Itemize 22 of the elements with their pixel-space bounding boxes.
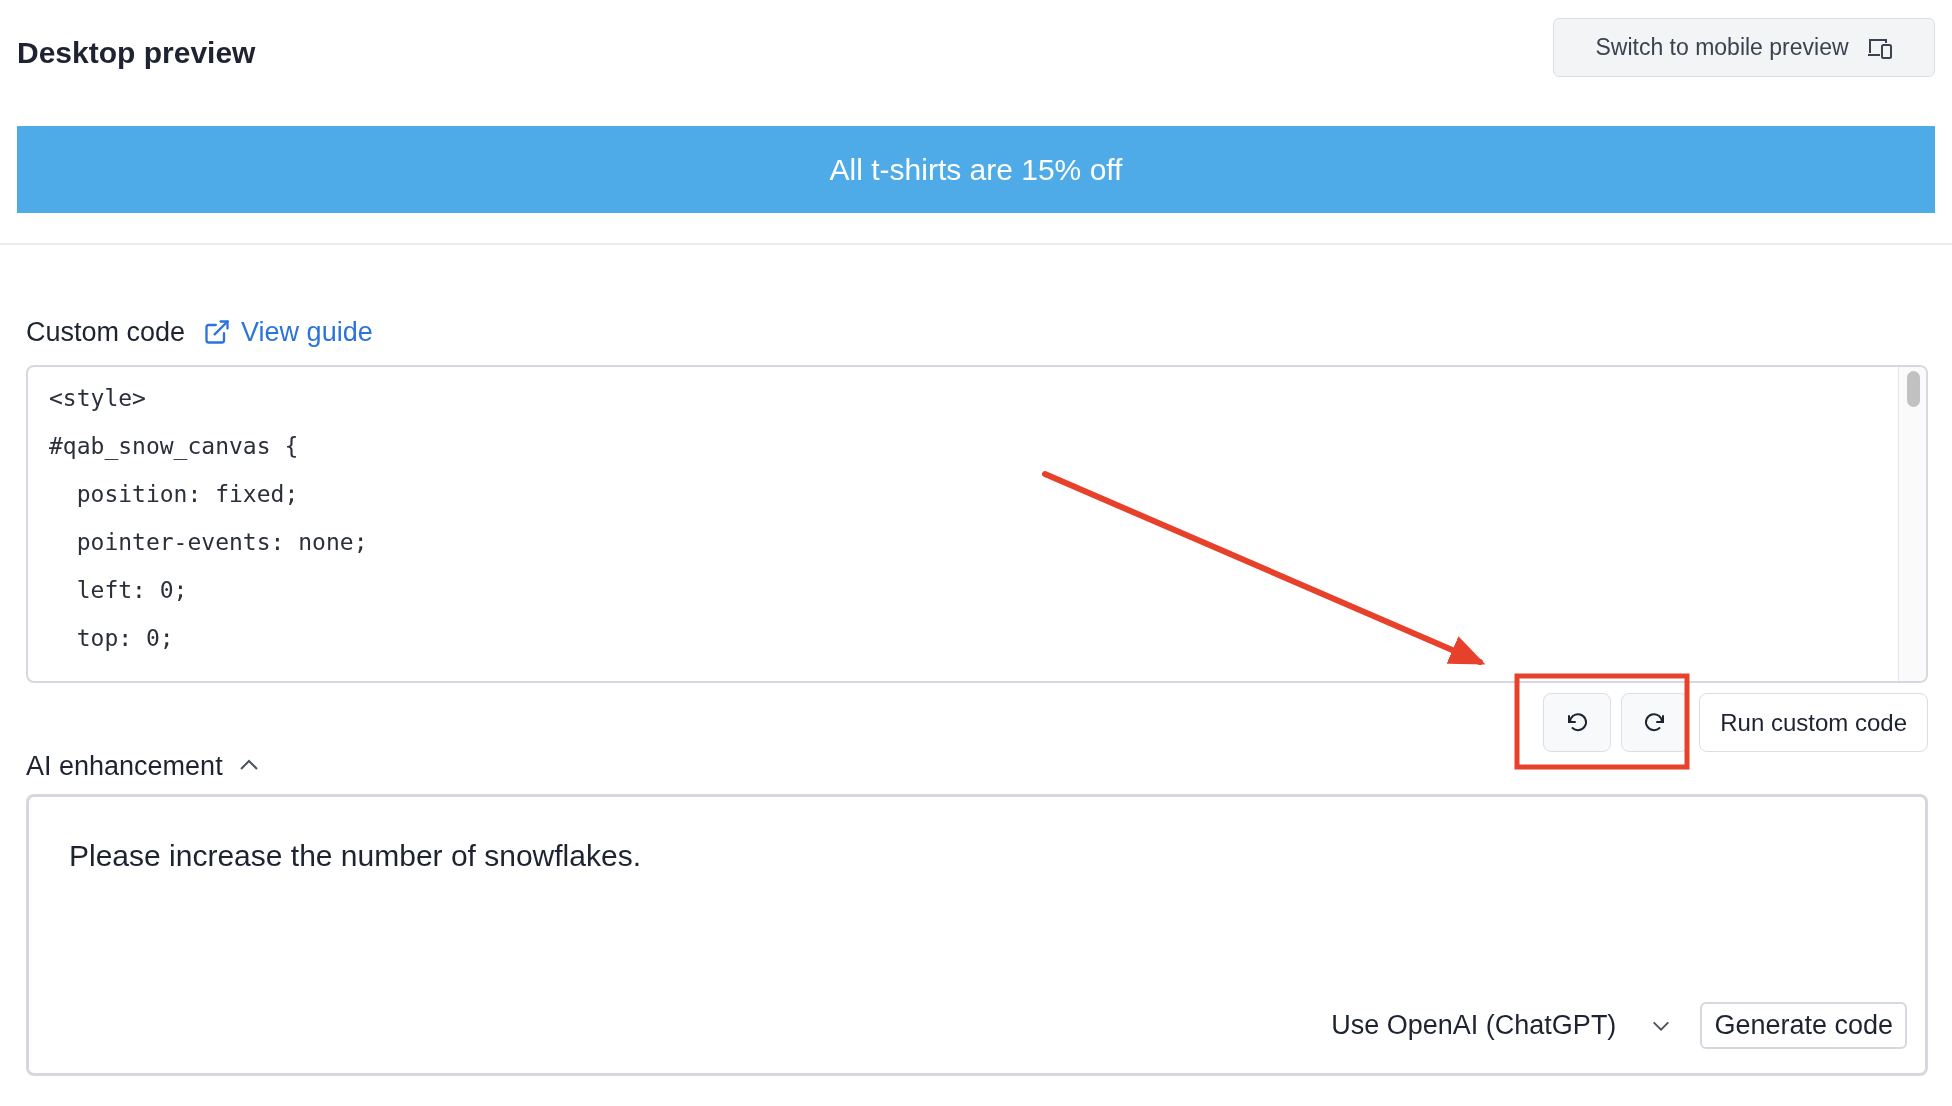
announcement-banner: All t-shirts are 15% off <box>17 126 1935 213</box>
custom-code-label: Custom code <box>26 315 186 349</box>
prompt-field[interactable]: Please increase the number of snowflakes. Use OpenAI (ChatGPT) Generate code <box>26 794 1928 1076</box>
external-link-icon <box>203 318 232 346</box>
code-line: top: 0; <box>75 624 174 653</box>
code-line: left: 0; <box>75 576 188 605</box>
devices-icon <box>1866 36 1893 59</box>
prompt-text: Please increase the number of snowflakes. <box>69 838 642 874</box>
page-title: Desktop preview <box>17 35 256 71</box>
ai-enhancement-label: AI enhancement <box>26 749 223 783</box>
code-line: <style> <box>49 384 146 413</box>
scrollbar[interactable] <box>1898 367 1926 681</box>
undo-button[interactable] <box>1543 693 1612 752</box>
code-line: pointer-events: none; <box>75 528 368 557</box>
run-code-button[interactable]: Run custom code <box>1699 693 1928 752</box>
switch-preview-button[interactable]: Switch to mobile preview <box>1553 18 1935 77</box>
model-select[interactable]: Use OpenAI (ChatGPT) <box>1331 1005 1673 1046</box>
view-guide-link[interactable]: View guide <box>203 311 373 353</box>
code-line: #qab_snow_canvas { <box>49 432 299 462</box>
code-editor[interactable]: <style> #qab_snow_canvas { position: fixed; pointer-events: none; left: 0; top: 0; <box>26 365 1928 683</box>
code-line: position: fixed; <box>75 480 299 509</box>
generate-code-button[interactable]: Generate code <box>1700 1002 1907 1049</box>
